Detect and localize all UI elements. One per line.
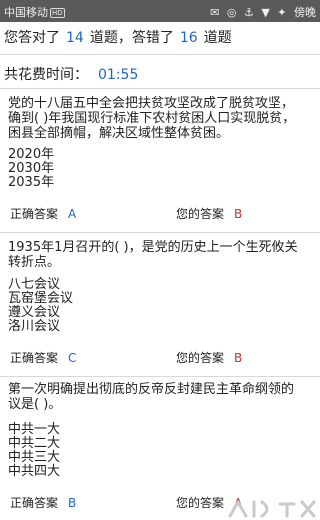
anchor-icon: ⚓ [243, 6, 254, 19]
carrier-name: 中国移动 HD [4, 4, 65, 20]
time-spent: 共花费时间： 01:55 [4, 64, 138, 84]
question-text: 第一次明确提出彻底的反帝反封建民主革命纲领的 议是( )。 [8, 382, 320, 412]
correct-answer-value: C [68, 351, 77, 365]
question-text: 1935年1月召开的( )，是党的历史上一个生死攸关 转折点。 [8, 240, 320, 270]
time-label: 共花费时间： [4, 67, 88, 83]
summary-suffix: 道题 [203, 30, 232, 46]
status-bar: 中国移动 HD ✉ ◎ ⚓ ▼ ✦ 傍晚 [0, 0, 320, 22]
option[interactable]: 中共一大 [8, 423, 60, 437]
mail-icon: ✉ [210, 6, 220, 19]
divider [0, 54, 320, 55]
carrier-label: 中国移动 [4, 6, 48, 19]
question-line: 转折点。 [8, 255, 61, 270]
signal-icon: ▼ [261, 6, 270, 19]
divider [0, 232, 320, 233]
option[interactable]: 中共三大 [8, 451, 60, 465]
your-answer-label: 您的答案 [176, 207, 225, 221]
option[interactable]: 2030年 [8, 162, 54, 176]
result-summary: 您答对了 14 道题，答错了 16 道题 [4, 27, 232, 47]
correct-answer: 正确答案 C [10, 349, 76, 366]
notification-icon: ✦ [277, 6, 287, 19]
watermark-logo [228, 500, 316, 518]
hd-badge: HD [50, 8, 65, 18]
question-line: 确到( )年我国现行标准下农村贫困人口实现脱贫， [8, 111, 296, 126]
question-line: 1935年1月召开的( )，是党的历史上一个生死攸关 [8, 240, 298, 255]
correct-answer-label: 正确答案 [10, 496, 59, 510]
your-answer: 您的答案 B [176, 205, 242, 222]
correct-count: 14 [66, 30, 84, 46]
divider [0, 376, 320, 377]
correct-answer: 正确答案 B [10, 494, 76, 511]
question-line: 困县全部摘帽，解决区域性整体贫困。 [8, 126, 230, 141]
option[interactable]: 洛川会议 [8, 320, 60, 334]
your-answer-value: B [234, 351, 243, 365]
correct-answer-label: 正确答案 [10, 207, 59, 221]
option[interactable]: 2035年 [8, 176, 54, 190]
question-line: 党的十八届五中全会把扶贫攻坚改成了脱贫攻坚， [8, 96, 295, 111]
your-answer-value: B [234, 207, 243, 221]
correct-answer: 正确答案 A [10, 205, 76, 222]
status-icons: ✉ ◎ ⚓ ▼ ✦ 傍晚 [206, 4, 316, 20]
correct-answer-value: B [68, 496, 77, 510]
option[interactable]: 2020年 [8, 148, 54, 162]
divider [0, 88, 320, 89]
your-answer-label: 您的答案 [176, 496, 225, 510]
location-icon: ◎ [226, 6, 237, 19]
correct-answer-value: A [68, 207, 77, 221]
option[interactable]: 中共二大 [8, 437, 60, 451]
option[interactable]: 中共四大 [8, 465, 60, 479]
question-text: 党的十八届五中全会把扶贫攻坚改成了脱贫攻坚， 确到( )年我国现行标准下农村贫困… [8, 96, 320, 141]
option[interactable]: 遵义会议 [8, 306, 60, 320]
question-line: 第一次明确提出彻底的反帝反封建民主革命纲领的 [8, 382, 295, 397]
option[interactable]: 八七会议 [8, 278, 60, 292]
status-time: 傍晚 [294, 6, 316, 19]
time-value: 01:55 [98, 67, 139, 83]
wrong-count: 16 [179, 30, 198, 46]
your-answer-label: 您的答案 [176, 351, 225, 365]
option[interactable]: 瓦窑堡会议 [8, 292, 73, 306]
correct-answer-label: 正确答案 [10, 351, 59, 365]
question-line: 议是( )。 [8, 397, 62, 412]
summary-middle: 道题，答错了 [89, 30, 174, 46]
your-answer: 您的答案 B [176, 349, 242, 366]
summary-prefix: 您答对了 [4, 30, 60, 46]
